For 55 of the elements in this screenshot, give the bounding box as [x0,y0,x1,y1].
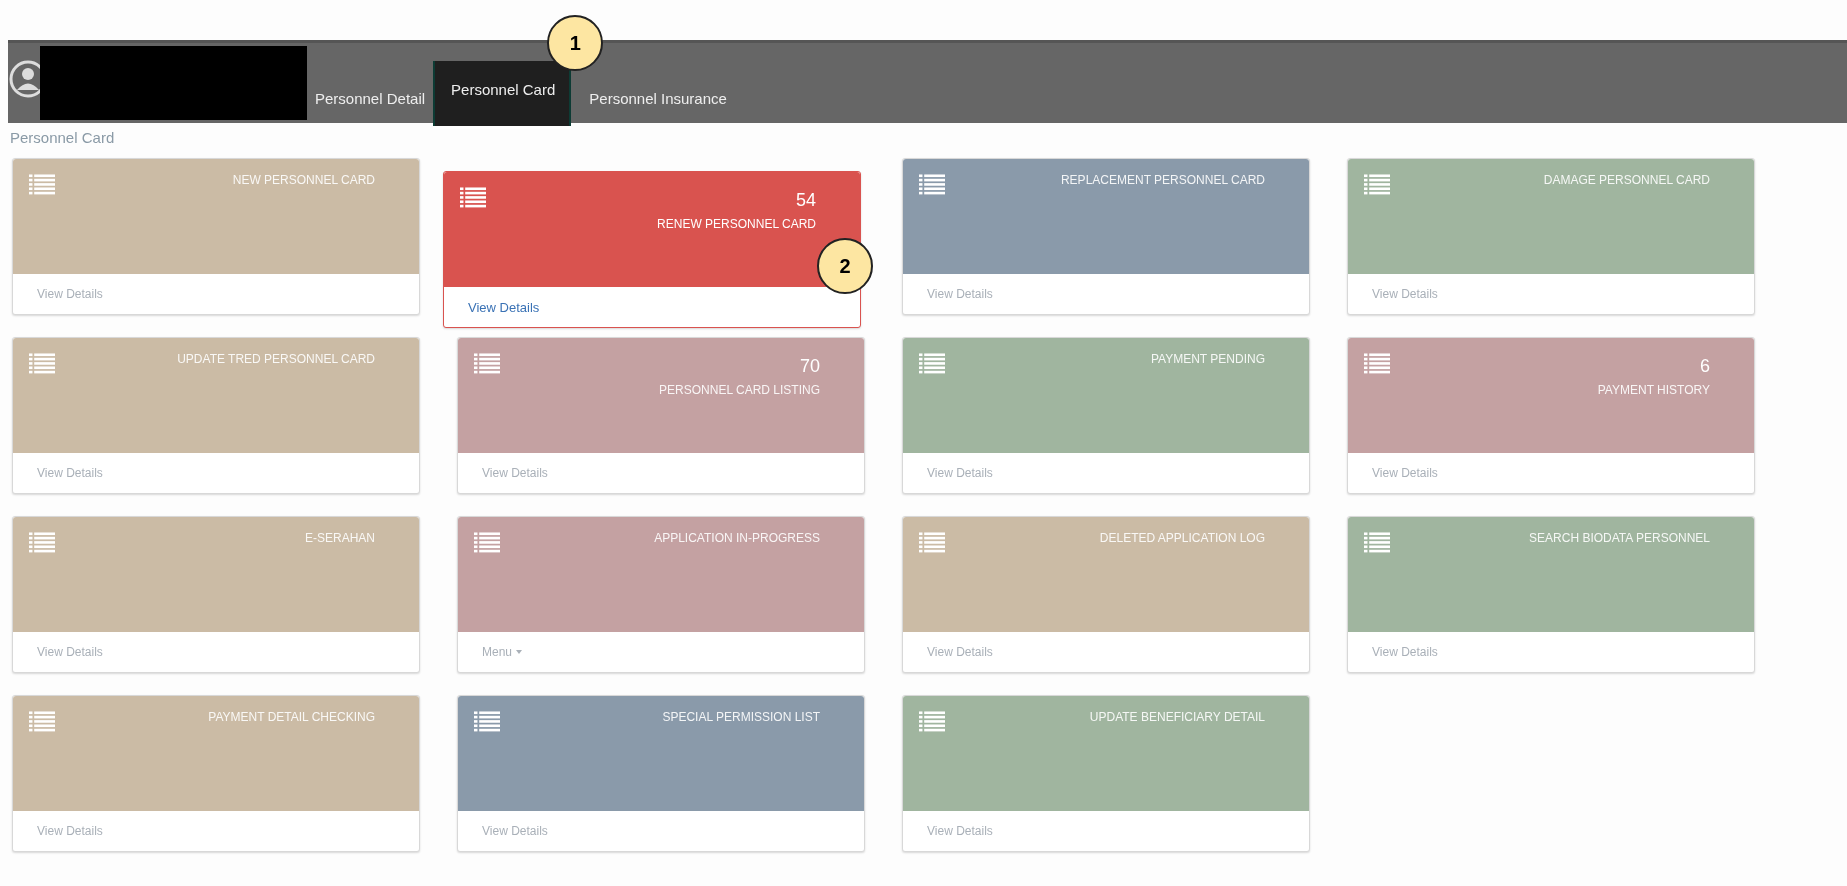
list-icon [474,352,500,374]
callout-marker: 1 [547,15,604,71]
view-details-link[interactable]: View Details [927,645,993,659]
tile-title: SEARCH BIODATA PERSONNEL [1529,531,1710,545]
view-details-link[interactable]: View Details [37,824,103,838]
view-details-link[interactable]: View Details [927,466,993,480]
list-icon [29,173,55,195]
view-details-link[interactable]: View Details [37,645,103,659]
tile-title: RENEW PERSONNEL CARD [657,217,816,231]
list-icon [919,352,945,374]
nav-tab[interactable]: Personnel Card [433,61,572,126]
tile-title: APPLICATION IN-PROGRESS [654,531,820,545]
list-icon [29,352,55,374]
tile-count: 70 [798,356,820,377]
view-details-link[interactable]: View Details [1372,466,1438,480]
tile-title: UPDATE BENEFICIARY DETAIL [1089,710,1265,724]
caret-icon [516,650,523,654]
tile-count: 6 [1699,356,1710,377]
nav-tab[interactable]: Personnel Insurance [581,90,735,123]
view-details-link[interactable]: View Details [37,287,103,301]
tile-count: 54 [794,190,816,211]
menu-dropdown[interactable]: Menu [482,645,523,659]
view-details-link[interactable]: View Details [482,824,548,838]
list-icon [460,186,486,208]
list-icon [919,710,945,732]
list-icon [919,531,945,553]
view-details-link[interactable]: View Details [1372,645,1438,659]
tile-title: UPDATE TRED PERSONNEL CARD [177,352,375,366]
page-title: Personnel Card [9,128,116,148]
view-details-link[interactable]: View Details [482,466,548,480]
list-icon [474,710,500,732]
tile-title: SPECIAL PERMISSION LIST [662,710,820,724]
list-icon [29,531,55,553]
list-icon [919,173,945,195]
view-details-link[interactable]: View Details [927,824,993,838]
list-icon [29,710,55,732]
list-icon [1364,173,1390,195]
tile-title: REPLACEMENT PERSONNEL CARD [1060,173,1265,187]
tile-title: PAYMENT DETAIL CHECKING [208,710,375,724]
tile-title: PAYMENT HISTORY [1597,383,1710,397]
list-icon [1364,531,1390,553]
user-avatar-icon [8,59,40,99]
tile-title: DELETED APPLICATION LOG [1099,531,1265,545]
list-icon [474,531,500,553]
list-icon [1364,352,1390,374]
tile-title: E-SERAHAN [305,531,375,545]
tile-title: DAMAGE PERSONNEL CARD [1543,173,1710,187]
view-details-link[interactable]: View Details [468,299,540,315]
view-details-link[interactable]: View Details [1372,287,1438,301]
nav-tab[interactable]: Personnel Detail [307,90,434,123]
tile-title: NEW PERSONNEL CARD [232,173,375,187]
tile-title: PERSONNEL CARD LISTING [659,383,820,397]
tile-title: PAYMENT PENDING [1150,352,1265,366]
view-details-link[interactable]: View Details [37,466,103,480]
view-details-link[interactable]: View Details [927,287,993,301]
